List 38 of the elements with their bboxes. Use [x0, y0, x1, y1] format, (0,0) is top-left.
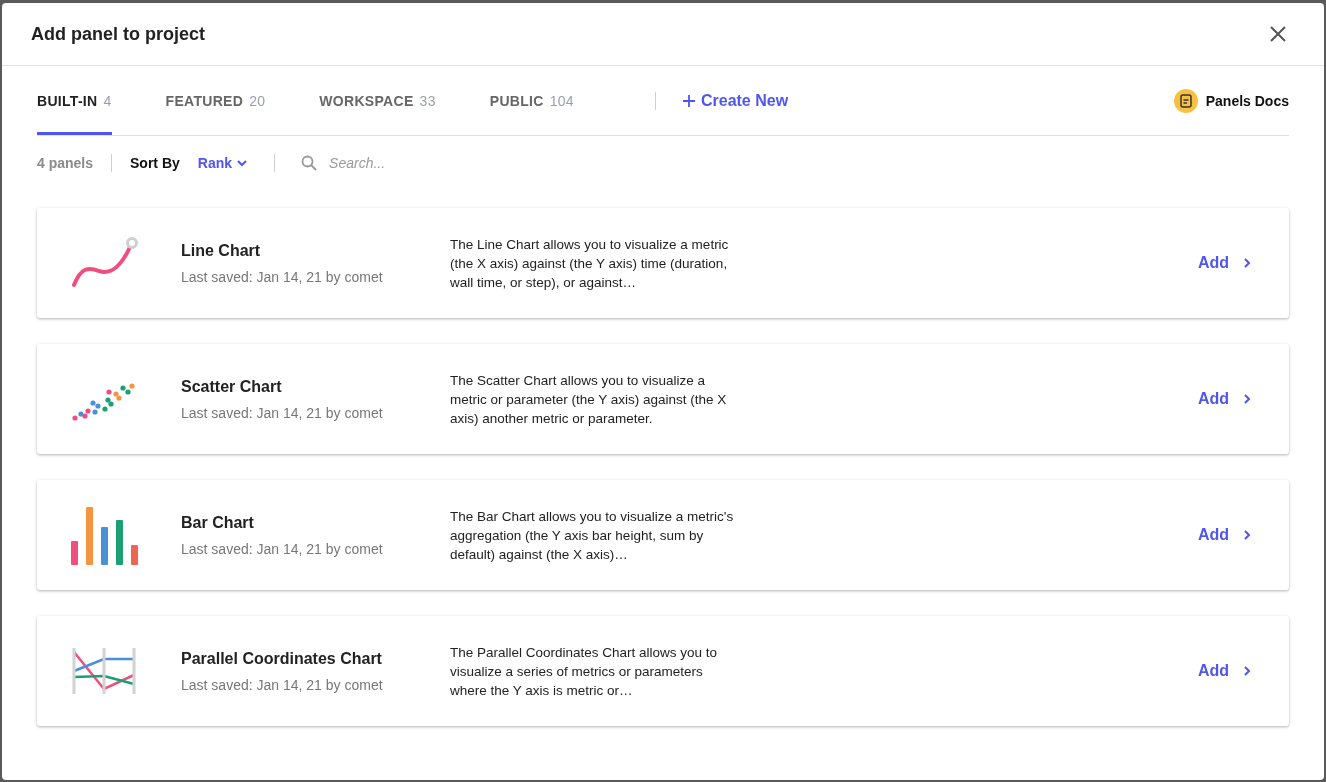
- tab[interactable]: PUBLIC 104: [489, 66, 574, 135]
- line-chart-icon: [71, 237, 141, 289]
- panel-name: Parallel Coordinates Chart: [181, 649, 383, 668]
- panel-description: The Bar Chart allows you to visualize a metric's aggregation (the Y axis bar height, sum by default) against (the X axis)…: [450, 507, 735, 564]
- parallel-coordinates-chart-icon: [71, 648, 137, 694]
- tab[interactable]: BUILT-IN 4: [37, 66, 112, 135]
- chevron-right-icon: [1241, 529, 1253, 541]
- last-saved-text: Last saved: Jan 14, 21 by comet: [181, 676, 384, 693]
- chevron-right-icon: [1241, 257, 1253, 269]
- add-button[interactable]: Add: [1197, 662, 1253, 680]
- panel-name: Line Chart: [181, 241, 262, 260]
- last-saved-text: Last saved: Jan 14, 21 by comet: [181, 540, 384, 557]
- chevron-right-icon: [1241, 665, 1253, 677]
- panel-description: The Line Chart allows you to visualize a metric (the X axis) against (the Y axis) time (duration, wall time, or step), or against…: [450, 235, 730, 292]
- last-saved-text: Last saved: Jan 14, 21 by comet: [181, 268, 384, 285]
- plus-icon: [682, 94, 695, 107]
- sort-dropdown[interactable]: Rank: [197, 155, 249, 171]
- add-button[interactable]: Add: [1197, 254, 1253, 272]
- sort-label: Sort By: [130, 155, 180, 171]
- chevron-right-icon: [1241, 393, 1253, 405]
- panel-description: The Parallel Coordinates Chart allows you to visualize a series of metrics or parameters where the Y axis is metric or…: [450, 643, 719, 700]
- docs-link[interactable]: Panels Docs: [1173, 66, 1289, 135]
- panel-name: Bar Chart: [181, 513, 255, 532]
- tab[interactable]: FEATURED 20: [165, 66, 266, 135]
- tab[interactable]: WORKSPACE 33: [319, 66, 436, 135]
- bar-chart-icon: [71, 505, 139, 565]
- panel-description: The Scatter Chart allows you to visualize a metric or parameter (the Y axis) against (the X axis) another metric or parameter.: [450, 371, 728, 428]
- document-icon: [1173, 88, 1198, 113]
- panel-name: Scatter Chart: [181, 377, 283, 396]
- add-button[interactable]: Add: [1197, 390, 1253, 408]
- last-saved-text: Last saved: Jan 14, 21 by comet: [181, 404, 384, 421]
- dialog-title: Add panel to project: [31, 23, 205, 45]
- chevron-down-icon: [236, 157, 249, 169]
- add-button[interactable]: Add: [1197, 526, 1253, 544]
- panel-count: 4 panels: [37, 155, 94, 171]
- search-icon: [301, 155, 318, 171]
- close-icon: [1270, 26, 1286, 42]
- create-new-button[interactable]: Create New: [682, 66, 789, 135]
